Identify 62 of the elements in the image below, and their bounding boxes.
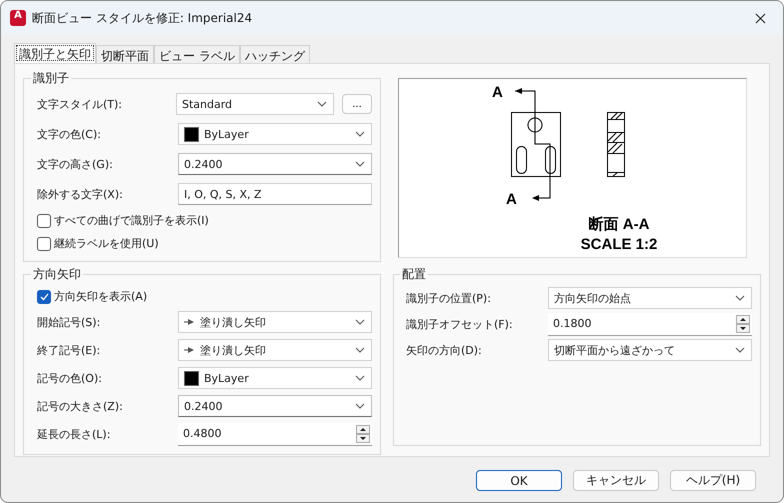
group-title: 識別子 (32, 70, 70, 87)
window-title: 断面ビュー スタイルを修正: Imperial24 (32, 10, 254, 26)
part-drawing (511, 112, 561, 177)
dialog-button[interactable]: ヘルプ(H) (670, 470, 756, 491)
chevron-icon (355, 131, 365, 137)
field-label: 延長の長さ(L): (37, 426, 112, 442)
section-letter: A (506, 191, 517, 208)
tab[interactable]: 識別子と矢印 (14, 43, 96, 63)
checkbox[interactable] (37, 290, 51, 304)
browse-button[interactable]: ... (342, 94, 372, 114)
tab[interactable]: 切断平面 (96, 45, 154, 63)
section-view-drawing (606, 112, 625, 177)
group-title: 方向矢印 (32, 266, 82, 283)
field-label: 矢印の方向(D): (406, 342, 483, 358)
tab[interactable]: ハッチング (240, 45, 310, 63)
spinner-icon[interactable] (356, 424, 370, 442)
dialog-button[interactable]: キャンセル (573, 470, 659, 491)
dropdown[interactable]: 切断平面から遠ざかって (548, 339, 752, 361)
arrowhead-icon (184, 318, 195, 326)
dialog-button[interactable]: OK (476, 470, 562, 491)
arrowhead-dropdown[interactable]: 塗り潰し矢印 (178, 311, 372, 333)
check-icon (40, 292, 48, 300)
field-label: 記号の色(O): (37, 370, 103, 386)
field-label: 識別子オフセット(F): (406, 316, 514, 332)
checkbox-label[interactable]: 方向矢印を表示(A) (54, 289, 148, 304)
group-title: 配置 (401, 266, 427, 283)
arrowhead-dropdown[interactable]: 塗り潰し矢印 (178, 339, 372, 361)
chevron-icon (735, 347, 745, 353)
tab[interactable]: ビュー ラベル (154, 45, 240, 63)
chevron-icon (355, 347, 365, 353)
field-label: 除外する文字(X): (37, 186, 124, 202)
chevron-icon (735, 295, 745, 301)
chevron-icon (317, 101, 327, 107)
checkbox[interactable] (37, 236, 51, 250)
field-label: 文字の高さ(G): (37, 156, 114, 172)
chevron-icon (355, 403, 365, 409)
field-label: 開始記号(S): (37, 314, 102, 330)
app-logo: A (10, 10, 26, 26)
field-label: 記号の大きさ(Z): (37, 398, 124, 414)
field-label: 終了記号(E): (37, 342, 102, 358)
chevron-icon (355, 319, 365, 325)
text-field[interactable]: I, O, Q, S, X, Z (178, 183, 372, 205)
dropdown[interactable]: Standard (176, 93, 334, 115)
color-dropdown[interactable]: ByLayer (178, 367, 372, 389)
close-icon (754, 12, 766, 24)
color-dropdown[interactable]: ByLayer (178, 123, 372, 145)
checkbox[interactable] (37, 214, 51, 228)
arrowhead-icon (184, 346, 195, 354)
spinner-icon[interactable] (736, 314, 750, 332)
checkbox-label[interactable]: すべての曲げで識別子を表示(I) (54, 213, 209, 228)
chevron-icon (355, 161, 365, 167)
field-label: 文字の色(C): (37, 126, 102, 142)
section-letter: A (492, 84, 503, 101)
field-label: 識別子の位置(P): (406, 290, 492, 306)
editable-dropdown[interactable]: 0.2400 (178, 153, 372, 175)
checkbox-label[interactable]: 継続ラベルを使用(U) (54, 236, 159, 251)
editable-dropdown[interactable]: 0.2400 (178, 395, 372, 417)
scale-caption: SCALE 1:2 (580, 236, 658, 253)
dropdown[interactable]: 方向矢印の始点 (548, 287, 752, 309)
section-caption: 断面 A-A (588, 216, 650, 233)
field-label: 文字スタイル(T): (37, 96, 124, 112)
chevron-icon (355, 375, 365, 381)
